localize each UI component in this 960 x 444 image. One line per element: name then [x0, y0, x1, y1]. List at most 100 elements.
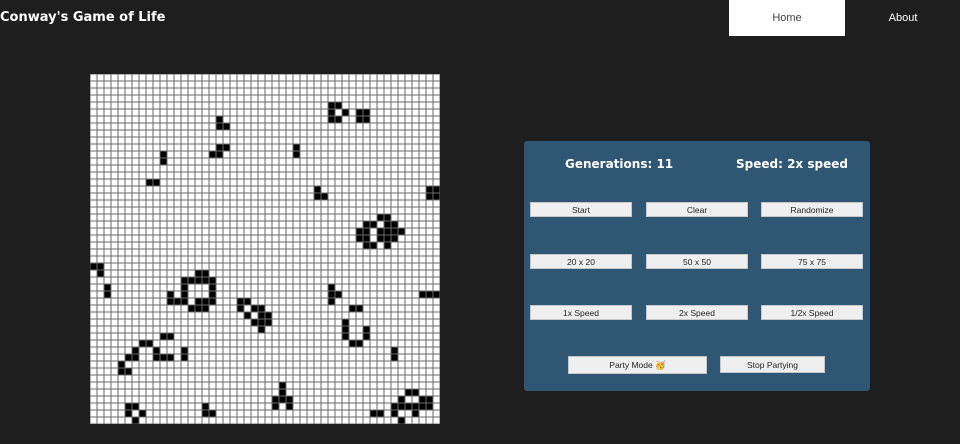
alive-cell[interactable] — [202, 270, 209, 277]
alive-cell[interactable] — [356, 235, 363, 242]
alive-cell[interactable] — [244, 312, 251, 319]
alive-cell[interactable] — [167, 291, 174, 298]
alive-cell[interactable] — [167, 333, 174, 340]
alive-cell[interactable] — [90, 263, 97, 270]
alive-cell[interactable] — [286, 396, 293, 403]
alive-cell[interactable] — [391, 354, 398, 361]
alive-cell[interactable] — [258, 319, 265, 326]
alive-cell[interactable] — [384, 214, 391, 221]
alive-cell[interactable] — [377, 410, 384, 417]
alive-cell[interactable] — [328, 291, 335, 298]
alive-cell[interactable] — [391, 221, 398, 228]
alive-cell[interactable] — [412, 389, 419, 396]
alive-cell[interactable] — [342, 319, 349, 326]
alive-cell[interactable] — [209, 284, 216, 291]
alive-cell[interactable] — [335, 116, 342, 123]
party-mode-button[interactable]: Party Mode 🥳 — [568, 356, 707, 374]
alive-cell[interactable] — [258, 305, 265, 312]
alive-cell[interactable] — [335, 291, 342, 298]
alive-cell[interactable] — [419, 291, 426, 298]
alive-cell[interactable] — [391, 403, 398, 410]
alive-cell[interactable] — [209, 151, 216, 158]
alive-cell[interactable] — [384, 235, 391, 242]
alive-cell[interactable] — [342, 109, 349, 116]
alive-cell[interactable] — [153, 354, 160, 361]
alive-cell[interactable] — [293, 144, 300, 151]
alive-cell[interactable] — [363, 109, 370, 116]
alive-cell[interactable] — [377, 228, 384, 235]
alive-cell[interactable] — [125, 410, 132, 417]
alive-cell[interactable] — [223, 123, 230, 130]
alive-cell[interactable] — [181, 284, 188, 291]
alive-cell[interactable] — [251, 319, 258, 326]
alive-cell[interactable] — [209, 298, 216, 305]
alive-cell[interactable] — [384, 228, 391, 235]
alive-cell[interactable] — [279, 389, 286, 396]
alive-cell[interactable] — [139, 410, 146, 417]
alive-cell[interactable] — [328, 109, 335, 116]
alive-cell[interactable] — [160, 333, 167, 340]
alive-cell[interactable] — [370, 221, 377, 228]
nav-about-link[interactable]: About — [845, 0, 960, 36]
alive-cell[interactable] — [377, 214, 384, 221]
alive-cell[interactable] — [195, 305, 202, 312]
alive-cell[interactable] — [293, 151, 300, 158]
alive-cell[interactable] — [398, 403, 405, 410]
alive-cell[interactable] — [426, 193, 433, 200]
alive-cell[interactable] — [181, 298, 188, 305]
alive-cell[interactable] — [279, 382, 286, 389]
alive-cell[interactable] — [398, 417, 405, 424]
alive-cell[interactable] — [118, 368, 125, 375]
alive-cell[interactable] — [209, 291, 216, 298]
alive-cell[interactable] — [153, 347, 160, 354]
alive-cell[interactable] — [426, 403, 433, 410]
alive-cell[interactable] — [132, 347, 139, 354]
alive-cell[interactable] — [132, 417, 139, 424]
alive-cell[interactable] — [209, 410, 216, 417]
alive-cell[interactable] — [384, 242, 391, 249]
alive-cell[interactable] — [398, 396, 405, 403]
alive-cell[interactable] — [391, 235, 398, 242]
alive-cell[interactable] — [363, 333, 370, 340]
alive-cell[interactable] — [405, 389, 412, 396]
clear-button[interactable]: Clear — [646, 202, 748, 217]
start-button[interactable]: Start — [530, 202, 632, 217]
alive-cell[interactable] — [251, 305, 258, 312]
alive-cell[interactable] — [125, 403, 132, 410]
alive-cell[interactable] — [328, 298, 335, 305]
alive-cell[interactable] — [258, 312, 265, 319]
alive-cell[interactable] — [321, 193, 328, 200]
alive-cell[interactable] — [265, 312, 272, 319]
alive-cell[interactable] — [426, 186, 433, 193]
alive-cell[interactable] — [363, 326, 370, 333]
alive-cell[interactable] — [384, 221, 391, 228]
alive-cell[interactable] — [125, 368, 132, 375]
alive-cell[interactable] — [202, 298, 209, 305]
size-50-button[interactable]: 50 x 50 — [646, 254, 748, 269]
alive-cell[interactable] — [160, 158, 167, 165]
alive-cell[interactable] — [258, 326, 265, 333]
alive-cell[interactable] — [216, 151, 223, 158]
alive-cell[interactable] — [363, 228, 370, 235]
alive-cell[interactable] — [328, 284, 335, 291]
alive-cell[interactable] — [356, 116, 363, 123]
alive-cell[interactable] — [216, 144, 223, 151]
alive-cell[interactable] — [342, 333, 349, 340]
alive-cell[interactable] — [363, 242, 370, 249]
alive-cell[interactable] — [412, 403, 419, 410]
alive-cell[interactable] — [97, 270, 104, 277]
alive-cell[interactable] — [202, 305, 209, 312]
alive-cell[interactable] — [181, 277, 188, 284]
alive-cell[interactable] — [356, 109, 363, 116]
alive-cell[interactable] — [363, 235, 370, 242]
alive-cell[interactable] — [104, 284, 111, 291]
alive-cell[interactable] — [272, 396, 279, 403]
alive-cell[interactable] — [433, 193, 440, 200]
alive-cell[interactable] — [216, 123, 223, 130]
alive-cell[interactable] — [356, 340, 363, 347]
alive-cell[interactable] — [195, 298, 202, 305]
alive-cell[interactable] — [426, 396, 433, 403]
alive-cell[interactable] — [272, 403, 279, 410]
alive-cell[interactable] — [349, 305, 356, 312]
alive-cell[interactable] — [237, 298, 244, 305]
